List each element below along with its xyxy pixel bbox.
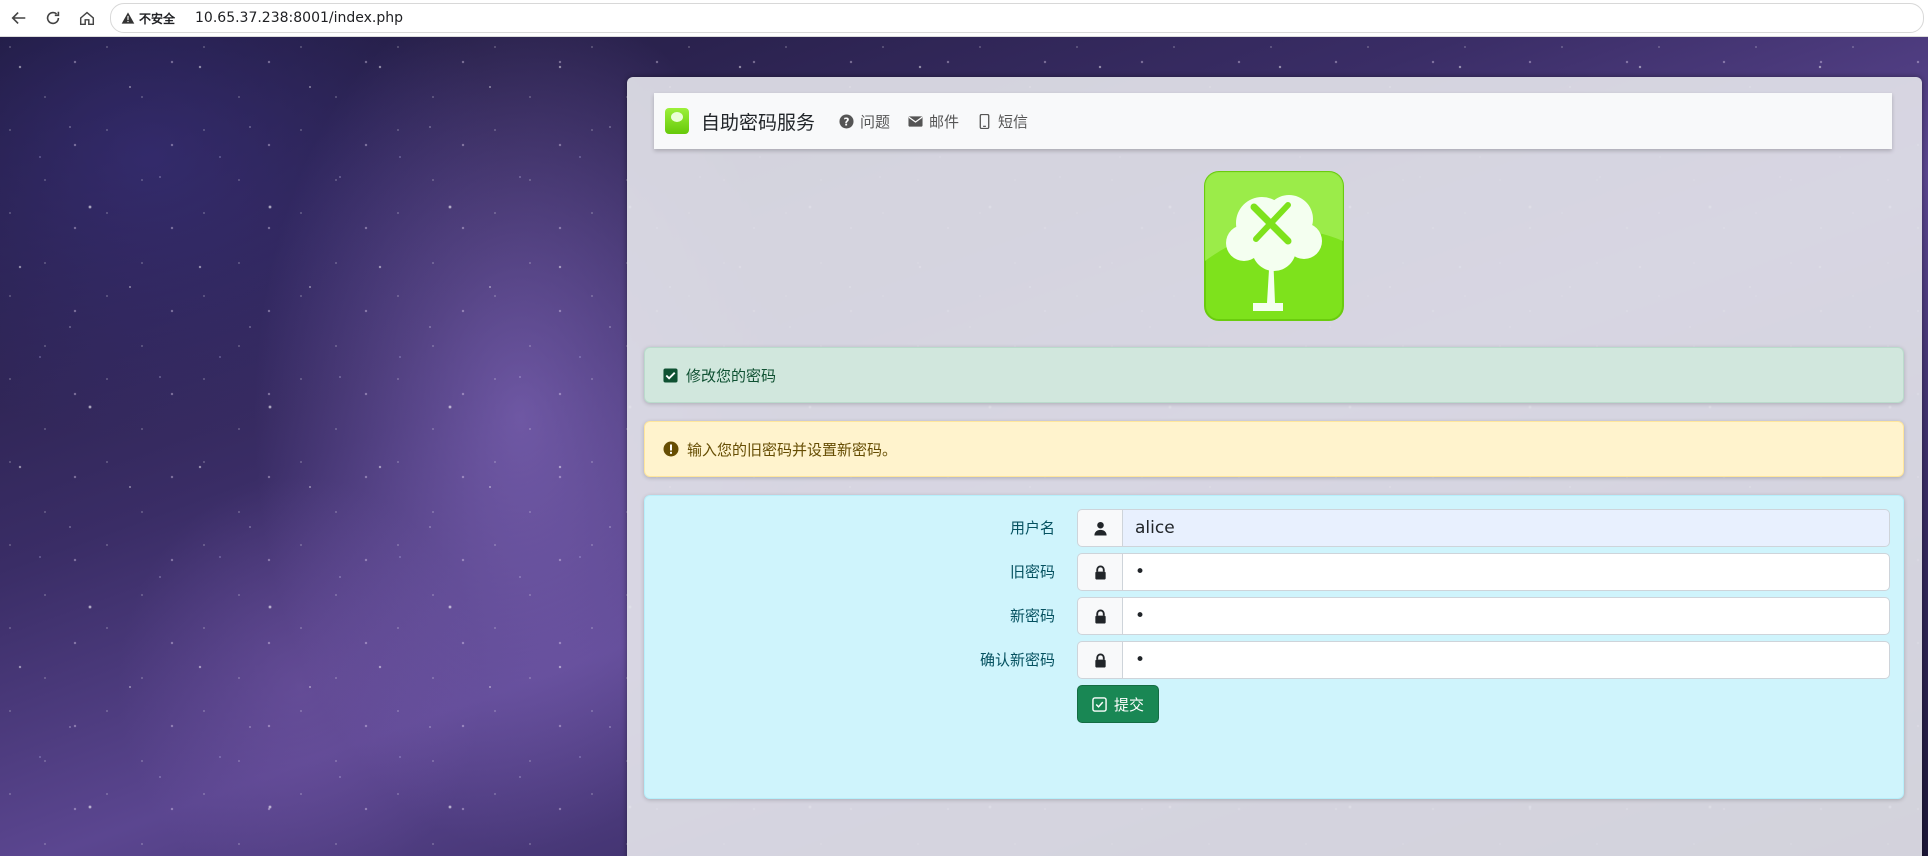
back-button[interactable] (4, 3, 34, 33)
brand-title[interactable]: 自助密码服务 (701, 108, 815, 135)
envelope-icon (908, 115, 923, 127)
address-bar[interactable]: 不安全 10.65.37.238:8001/index.php (110, 3, 1924, 33)
home-icon (79, 11, 95, 26)
confirm-password-input-group (1077, 641, 1890, 679)
old-password-row: 旧密码 (645, 553, 1903, 591)
lock-icon (1077, 641, 1122, 679)
nav-link-mail[interactable]: 邮件 (908, 111, 959, 132)
new-password-row: 新密码 (645, 597, 1903, 635)
change-password-form: 用户名 旧密码 新密码 (644, 495, 1904, 799)
new-password-input[interactable] (1122, 597, 1890, 635)
success-alert-text: 修改您的密码 (686, 366, 777, 385)
main-panel: 自助密码服务 ? 问题 邮件 短信 修改您的密码 输入您的旧密码并设置新密码。 … (627, 77, 1922, 856)
user-icon (1077, 509, 1122, 547)
new-password-label: 新密码 (1009, 607, 1055, 625)
lock-icon (1077, 597, 1122, 635)
warning-triangle-icon (121, 12, 135, 24)
new-password-input-group (1077, 597, 1890, 635)
exclamation-circle-icon (663, 441, 679, 457)
nav-link-question[interactable]: ? 问题 (839, 111, 890, 132)
old-password-input[interactable] (1122, 553, 1890, 591)
nav-link-label: 短信 (998, 112, 1029, 131)
success-alert: 修改您的密码 (644, 347, 1904, 403)
svg-text:?: ? (844, 116, 850, 128)
mobile-icon (979, 113, 990, 129)
warning-alert: 输入您的旧密码并设置新密码。 (644, 421, 1904, 477)
old-password-input-group (1077, 553, 1890, 591)
nav-link-sms[interactable]: 短信 (977, 111, 1028, 132)
arrow-left-icon (11, 12, 26, 24)
reload-button[interactable] (38, 3, 68, 33)
tree-tools-logo-icon (1204, 171, 1344, 321)
page-background: 自助密码服务 ? 问题 邮件 短信 修改您的密码 输入您的旧密码并设置新密码。 … (0, 37, 1928, 856)
username-label: 用户名 (1009, 519, 1055, 537)
confirm-password-input[interactable] (1122, 641, 1890, 679)
check-square-icon (1092, 696, 1107, 712)
home-button[interactable] (72, 3, 102, 33)
username-input[interactable] (1122, 509, 1890, 547)
confirm-password-label: 确认新密码 (979, 651, 1055, 669)
url-text[interactable]: 10.65.37.238:8001/index.php (195, 10, 403, 26)
question-circle-icon: ? (839, 113, 854, 129)
reload-icon (46, 11, 60, 25)
username-row: 用户名 (645, 509, 1903, 547)
top-navbar: 自助密码服务 ? 问题 邮件 短信 (654, 93, 1892, 149)
security-label: 不安全 (139, 11, 176, 26)
brand-logo-icon[interactable] (665, 108, 689, 134)
browser-toolbar: 不安全 10.65.37.238:8001/index.php (0, 0, 1928, 37)
warning-alert-text: 输入您的旧密码并设置新密码。 (687, 440, 898, 459)
username-input-group (1077, 509, 1890, 547)
submit-button-label: 提交 (1114, 695, 1145, 714)
confirm-password-row: 确认新密码 (645, 641, 1903, 679)
security-indicator[interactable]: 不安全 (121, 10, 175, 27)
lock-icon (1077, 553, 1122, 591)
check-square-icon (663, 367, 678, 383)
submit-button[interactable]: 提交 (1077, 685, 1160, 723)
nav-link-label: 邮件 (929, 112, 960, 131)
old-password-label: 旧密码 (1009, 563, 1055, 581)
nav-link-label: 问题 (860, 112, 891, 131)
